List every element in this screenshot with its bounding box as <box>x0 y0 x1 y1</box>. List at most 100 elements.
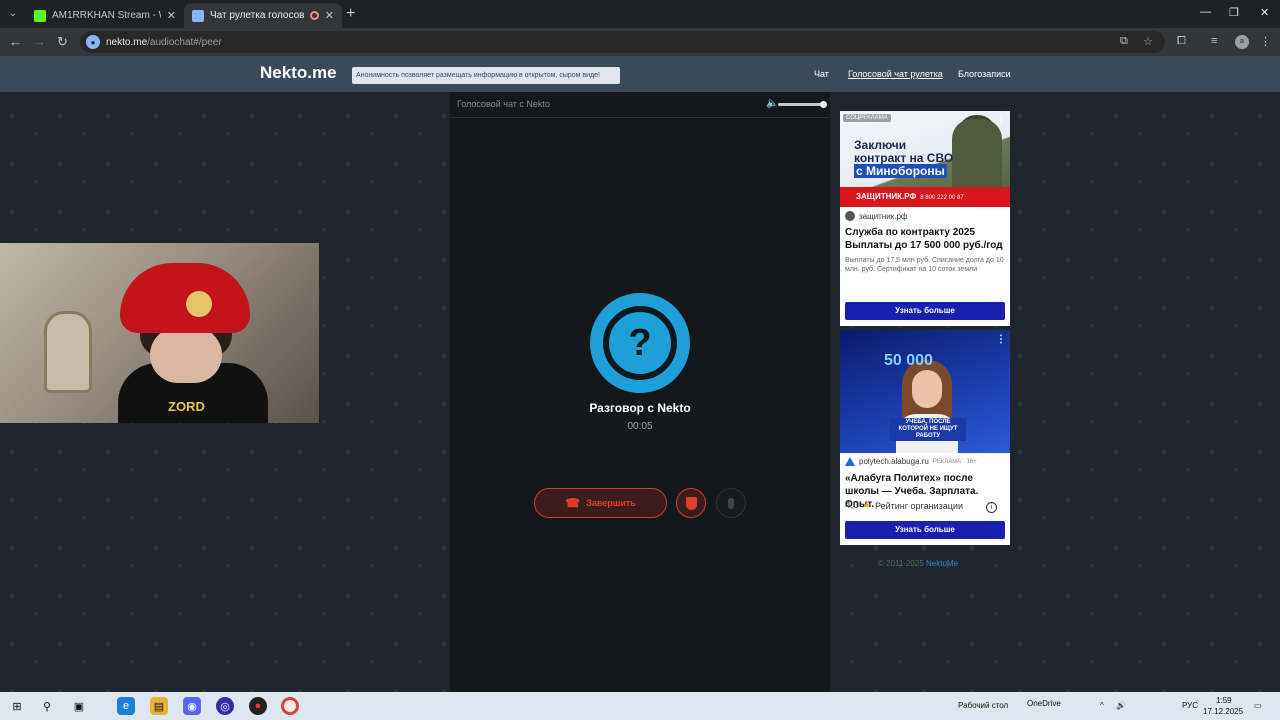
nav-link-chat[interactable]: Чат <box>814 69 829 79</box>
window-close-icon[interactable]: ✕ <box>1260 6 1269 19</box>
end-call-label: Завершить <box>586 498 636 508</box>
onedrive-label[interactable]: OneDrive <box>1027 699 1061 708</box>
chat-header: Голосовой чат с Nekto 🔈 <box>450 92 830 118</box>
webcam-chair <box>44 311 92 393</box>
site-logo[interactable]: Nekto.me <box>260 63 337 83</box>
footer-copyright: © 2011-2025 NektoMe <box>878 559 958 568</box>
ad-strip-brand: ЗАЩИТНИК.РФ <box>856 192 917 201</box>
windows-taskbar: ⊞ ⚲ ▣ e ▤ ◉ ◎ ● Рабочий стол OneDrive ^ … <box>0 692 1280 720</box>
windows-start-icon[interactable]: ⊞ <box>8 697 26 715</box>
tab-title: Чат рулетка голосовая — <box>210 10 304 21</box>
anonymity-banner: Анонимность позволяет размещать информац… <box>352 67 620 84</box>
desktop-toolbar-label[interactable]: Рабочий стол <box>958 701 1008 710</box>
obs-icon[interactable]: ◎ <box>216 697 234 715</box>
system-clock[interactable]: 1:59 17.12.2025 <box>1203 695 1243 717</box>
ad-source: polytech.alabuga.ru РЕКЛАМА · 16+ <box>845 457 977 466</box>
webcam-person-face <box>150 327 222 383</box>
clock-date: 17.12.2025 <box>1203 707 1244 716</box>
rating-value: 4,0 <box>845 500 859 511</box>
nav-link-voice-roulette[interactable]: Голосовой чат рулетка <box>848 69 943 79</box>
browser-toolbar: ← → ↻ ● nekto.me/audiochat#/peer ⧉ ☆ ⧠ ≡… <box>0 28 1280 56</box>
notifications-icon[interactable]: ▭ <box>1254 701 1262 710</box>
mic-site-icon[interactable]: ● <box>86 35 100 49</box>
ad-strip-phone: 8 800 222 00 87 <box>920 195 964 201</box>
ad-more-dots-icon[interactable]: ⋮ <box>996 334 1006 345</box>
restore-icon[interactable]: ❐ <box>1229 6 1239 19</box>
ad-headline-line3: с Минобороны <box>854 164 947 178</box>
menu-dots-icon[interactable]: ⋮ <box>1260 35 1271 48</box>
ad-card-alabuga[interactable]: 50 000 УЧЕБА, ПОСЛЕ КОТОРОЙ НЕ ИЩУТ РАБО… <box>840 330 1010 545</box>
ad-learn-more-button[interactable]: Узнать больше <box>845 302 1005 320</box>
page-content: Nekto.me Анонимность позволяет размещать… <box>0 56 1280 692</box>
ad-description: Выплаты до 17,5 млн руб. Списание долга … <box>845 257 1004 273</box>
ad-source-domain: polytech.alabuga.ru <box>859 457 929 466</box>
mic-button[interactable] <box>716 488 746 518</box>
chrome-icon[interactable] <box>281 697 299 715</box>
url-path: /audiochat#/peer <box>147 36 222 48</box>
kick-favicon-icon <box>34 9 46 22</box>
nektome-link[interactable]: NektoMe <box>926 559 958 568</box>
file-explorer-icon[interactable]: ▤ <box>150 697 168 715</box>
tab-close-icon[interactable]: ✕ <box>167 9 176 22</box>
tab-nekto-active[interactable]: Чат рулетка голосовая — ✕ <box>184 3 342 28</box>
edge-icon[interactable]: e <box>117 697 135 715</box>
minimize-icon[interactable]: — <box>1200 6 1211 18</box>
tab-kick-stream[interactable]: AM1RRKHAN Stream - Watch L ✕ <box>26 3 184 28</box>
forward-arrow-icon[interactable]: → <box>33 34 46 49</box>
tray-speaker-icon[interactable]: 🔊 <box>1116 701 1126 710</box>
webcam-hat-badge <box>186 291 212 317</box>
ad-more-dots-icon[interactable]: ⋮ <box>996 115 1006 126</box>
extensions-icon[interactable]: ⧠ <box>1177 35 1186 48</box>
end-call-button[interactable]: ☎ Завершить <box>534 488 667 518</box>
ad-image-alabuga: 50 000 УЧЕБА, ПОСЛЕ КОТОРОЙ НЕ ИЩУТ РАБО… <box>840 330 1010 453</box>
source-favicon-icon <box>845 211 855 221</box>
ad-headline: Заключи контракт на СВО с Минобороны <box>854 139 964 178</box>
ad-source: защитник.рф <box>845 211 907 221</box>
chat-title: Голосовой чат с Nekto <box>457 99 550 109</box>
url-host: nekto.me <box>106 36 148 48</box>
tray-overflow-chevron-icon[interactable]: ^ <box>1100 701 1104 710</box>
social-ad-tag: СОЦРЕКЛАМА <box>843 114 891 122</box>
peer-name: Разговор с Nekto <box>589 401 691 415</box>
recording-indicator-icon <box>309 11 319 20</box>
bookmark-star-icon[interactable]: ☆ <box>1143 35 1153 48</box>
report-shield-button[interactable] <box>676 488 706 518</box>
info-icon[interactable]: i <box>986 502 997 513</box>
ad-girl-face <box>912 370 942 408</box>
new-tab-plus-icon[interactable]: + <box>346 5 355 23</box>
ad-red-strip: ЗАЩИТНИК.РФ 8 800 222 00 87 <box>840 187 1010 207</box>
ad-title[interactable]: Служба по контракту 2025 Выплаты до 17 5… <box>845 226 1007 252</box>
webcam-ushanka-hat <box>120 263 250 333</box>
media-control-icon[interactable]: ≡ <box>1211 35 1217 47</box>
search-icon[interactable]: ⚲ <box>38 697 56 715</box>
star-icon: ★ <box>862 500 871 510</box>
reload-icon[interactable]: ↻ <box>57 34 68 50</box>
input-language[interactable]: РУС <box>1182 701 1198 710</box>
ad-rating: 4,0 ★ Рейтинг организации <box>845 500 963 511</box>
cast-icon[interactable]: ⧉ <box>1120 35 1128 48</box>
ad-learn-more-button[interactable]: Узнать больше <box>845 521 1005 539</box>
ad-image-big-text: 50 000 <box>884 352 933 369</box>
clock-time: 1:59 <box>1216 696 1232 705</box>
browser-tabbar: ⌄ AM1RRKHAN Stream - Watch L ✕ Чат рулет… <box>0 0 1280 28</box>
ad-card-svo[interactable]: СОЦРЕКЛАМА Заключи контракт на СВО с Мин… <box>840 111 1010 326</box>
tab-search-chevron-icon[interactable]: ⌄ <box>4 5 22 23</box>
back-arrow-icon[interactable]: ← <box>9 34 22 49</box>
ad-source-domain: защитник.рф <box>859 211 908 221</box>
site-header: Nekto.me Анонимность позволяет размещать… <box>0 56 1280 92</box>
profile-avatar[interactable]: a <box>1235 35 1249 49</box>
call-timer: 00:05 <box>627 421 653 432</box>
discord-icon[interactable]: ◉ <box>183 697 201 715</box>
webcam-shirt-print: ZORD <box>168 399 205 414</box>
question-mark-icon: ? <box>603 306 677 380</box>
volume-slider[interactable] <box>778 103 824 106</box>
task-view-icon[interactable]: ▣ <box>70 697 88 715</box>
recorder-app-icon[interactable]: ● <box>249 697 267 715</box>
microphone-icon <box>728 497 734 509</box>
volume-icon[interactable]: 🔈 <box>766 98 778 109</box>
address-bar[interactable]: ● nekto.me/audiochat#/peer <box>80 31 1165 53</box>
volume-slider-knob[interactable] <box>820 101 827 108</box>
tab-close-icon[interactable]: ✕ <box>325 9 334 22</box>
nav-link-blog[interactable]: Блогозаписи <box>958 69 1011 79</box>
rating-label: Рейтинг организации <box>874 500 963 511</box>
